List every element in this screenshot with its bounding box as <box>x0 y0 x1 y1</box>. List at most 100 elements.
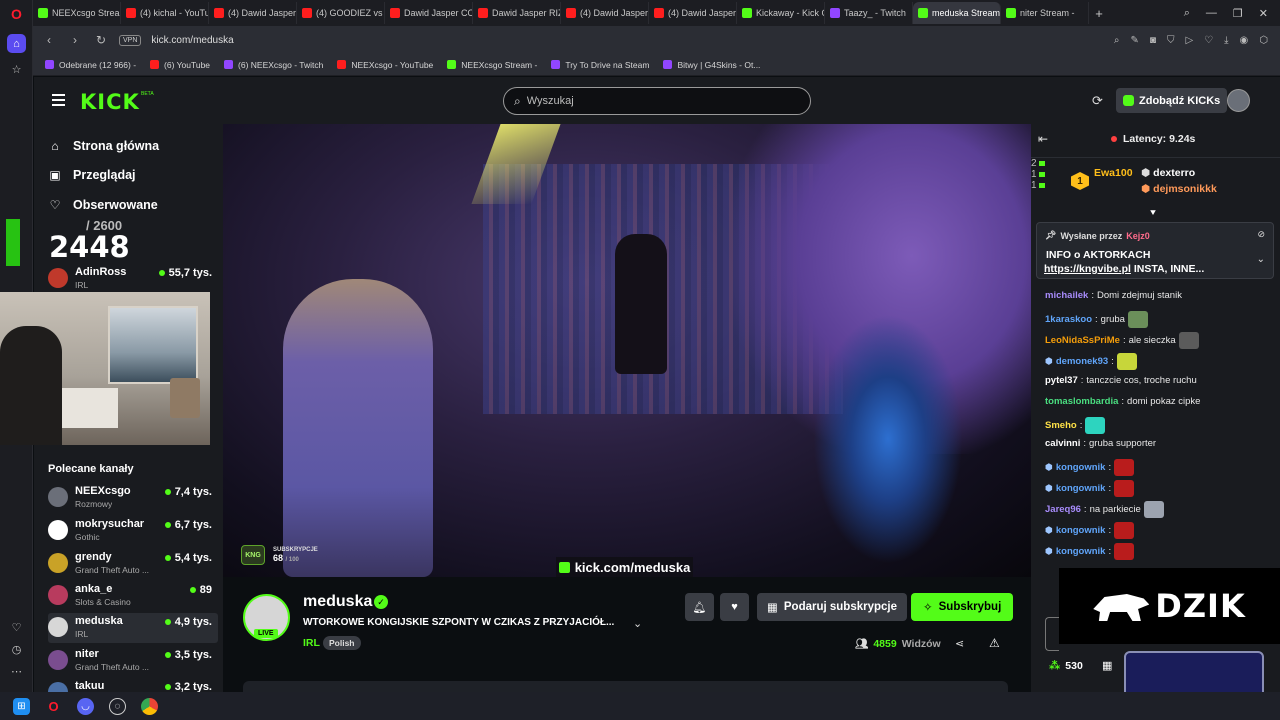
star-icon[interactable]: ☆ <box>7 60 26 79</box>
subscribe-button[interactable]: ✧ Subskrybuj <box>911 593 1014 621</box>
gift-subs-button[interactable]: ▦ Podaruj subskrypcje <box>757 593 907 621</box>
camera-icon[interactable]: ◙ <box>1150 35 1156 46</box>
history-icon[interactable]: ◷ <box>7 640 26 659</box>
report-icon[interactable]: ⚠ <box>989 636 1000 650</box>
share-icon[interactable]: ⋖ <box>955 637 964 650</box>
channel-points[interactable]: ⁂ 530 <box>1049 659 1083 673</box>
edit-icon[interactable]: ✎ <box>1131 35 1139 46</box>
refresh-icon[interactable]: ⟳ <box>1092 93 1103 109</box>
browser-tab[interactable]: Dawid Jasper CO U <box>385 2 473 24</box>
streamer-name[interactable]: meduska <box>303 593 372 611</box>
search-box[interactable]: ⌕ <box>503 87 811 115</box>
home-icon[interactable]: ⌂ <box>7 34 26 53</box>
channel-item[interactable]: anka_e Slots & Casino 89 <box>48 581 218 611</box>
bookmark-item[interactable]: NEEXcsgo - YouTube <box>337 60 433 70</box>
channel-item[interactable]: niter Grand Theft Auto ... 3,5 tys. <box>48 646 218 676</box>
back-icon[interactable]: ‹ <box>41 33 57 47</box>
channel-item[interactable]: meduska IRL 4,9 tys. <box>48 613 218 643</box>
bookmark-item[interactable]: Bitwy | G4Skins - Ot... <box>663 60 760 70</box>
pinned-message[interactable]: 📌︎ Wysłane przez Kejz0 ⊘ INFO o AKTORKAC… <box>1036 222 1274 279</box>
notification-button[interactable]: 🔔︎ <box>685 593 714 621</box>
channel-item[interactable]: AdinRoss IRL 55,7 tys. <box>48 264 218 294</box>
heart-icon[interactable]: ♡ <box>7 618 26 637</box>
pinned-by-user[interactable]: Kejz0 <box>1126 231 1150 241</box>
hide-pinned-icon[interactable]: ⊘ <box>1257 229 1265 240</box>
bookmark-item[interactable]: (6) YouTube <box>150 60 210 70</box>
url-field[interactable]: kick.com/meduska <box>151 35 233 46</box>
browser-tab[interactable]: NEEXcsgo Stream - <box>33 2 121 24</box>
chat-username[interactable]: Jareq96 <box>1045 504 1081 515</box>
dzik-ad[interactable]: DZIK <box>1059 568 1280 644</box>
browser-tab[interactable]: (4) kichal - YouTube <box>121 2 209 24</box>
chat-username[interactable]: demonek93 <box>1056 356 1108 367</box>
menu-icon[interactable] <box>52 94 65 106</box>
minimize-icon[interactable]: — <box>1206 7 1217 20</box>
bookmark-heart-icon[interactable]: ♡ <box>1204 35 1213 46</box>
new-tab-button[interactable]: + <box>1089 2 1109 24</box>
nav-home[interactable]: ⌂ Strona główna <box>49 139 159 153</box>
language-tag[interactable]: Polish <box>323 636 361 650</box>
discord-taskbar-icon[interactable]: ◡ <box>77 697 94 715</box>
stream-category[interactable]: IRL <box>303 637 320 649</box>
chat-username[interactable]: pytel37 <box>1045 375 1078 386</box>
chat-username[interactable]: kongownik <box>1056 525 1106 536</box>
chat-username[interactable]: LeoNidaSsPriMe <box>1045 335 1120 346</box>
collapse-chat-icon[interactable]: ⇤ <box>1038 132 1048 146</box>
chevron-down-icon[interactable]: ⌄ <box>1257 254 1265 265</box>
video-player[interactable]: KNG SUBSKRYPCJE 68 / 100 kick.com/medusk… <box>223 124 1031 577</box>
kick-logo[interactable]: KICK <box>80 90 140 114</box>
windows-start-icon[interactable]: ⊞ <box>13 697 30 715</box>
chat-username[interactable]: tomaslombardia <box>1045 396 1118 407</box>
forward-icon[interactable]: › <box>67 33 83 47</box>
bookmark-item[interactable]: Odebrane (12 966) - <box>45 60 136 70</box>
play-icon[interactable]: ▷ <box>1185 35 1193 46</box>
zoom-icon[interactable]: ⌕ <box>1114 35 1120 46</box>
opera-taskbar-icon[interactable]: O <box>45 698 62 715</box>
channel-item[interactable]: takuu 3,2 tys. <box>48 678 218 692</box>
channel-item[interactable]: grendy Grand Theft Auto ... 5,4 tys. <box>48 549 218 579</box>
browser-tab[interactable]: Kickaway - Kick Give <box>737 2 825 24</box>
opera-logo-icon[interactable]: O <box>7 4 26 23</box>
profile-icon[interactable]: ◉ <box>1240 35 1249 46</box>
browser-tab[interactable]: (4) GOODIEZ vs TIK <box>297 2 385 24</box>
maximize-icon[interactable]: ❐ <box>1233 7 1243 20</box>
nav-following[interactable]: ♡ Obserwowane <box>49 198 158 212</box>
bookmark-item[interactable]: Try To Drive na Steam <box>551 60 649 70</box>
chat-username[interactable]: 1karaskoo <box>1045 314 1092 325</box>
chat-username[interactable]: Smeho <box>1045 420 1077 431</box>
extensions-icon[interactable]: ⬡ <box>1259 35 1268 46</box>
download-icon[interactable]: ⤓ <box>1224 35 1228 46</box>
browser-tab[interactable]: (4) Dawid Jasper PO <box>561 2 649 24</box>
user-avatar[interactable] <box>1227 89 1250 112</box>
chat-username[interactable]: kongownik <box>1056 483 1106 494</box>
chat-input[interactable] <box>1045 617 1059 651</box>
search-input[interactable] <box>526 95 787 107</box>
chat-username[interactable]: kongownik <box>1056 546 1106 557</box>
reload-icon[interactable]: ↻ <box>93 33 109 47</box>
gifter-1[interactable]: Ewa100 <box>1094 167 1133 179</box>
gifter-3[interactable]: ⬢ dejmsonikkk <box>1141 183 1217 195</box>
close-icon[interactable]: ✕ <box>1259 7 1268 20</box>
vpn-badge[interactable]: VPN <box>119 34 142 46</box>
pinned-toggle-icon[interactable]: ⯆ <box>1149 208 1157 219</box>
pinned-link[interactable]: https://kngvibe.pl <box>1044 263 1131 275</box>
gifter-2[interactable]: ⬢ dexterro <box>1141 167 1195 179</box>
get-kicks-button[interactable]: Zdobądź KICKs <box>1116 88 1228 113</box>
channel-item[interactable]: NEEXcsgo Rozmowy 7,4 tys. <box>48 483 218 513</box>
browser-tab[interactable]: Taazy_ - Twitch <box>825 2 913 24</box>
browser-tab[interactable]: (4) Dawid Jasper SK <box>209 2 297 24</box>
follow-button[interactable]: ♥ <box>720 593 749 621</box>
browser-tab[interactable]: niter Stream - <box>1001 2 1089 24</box>
search-tabs-icon[interactable]: ⌕ <box>1184 7 1190 20</box>
chat-username[interactable]: michailek <box>1045 290 1088 301</box>
chevron-down-icon[interactable]: ⌄ <box>633 617 642 630</box>
chat-gift-icon[interactable]: ▦ <box>1102 659 1112 672</box>
browser-tab[interactable]: meduska Stream - Wa✕ <box>913 2 1001 24</box>
chat-username[interactable]: calvinni <box>1045 438 1080 449</box>
browser-tab[interactable]: (4) Dawid Jasper OI <box>649 2 737 24</box>
nav-browse[interactable]: ▣ Przeglądaj <box>49 168 135 182</box>
bookmark-item[interactable]: NEEXcsgo Stream - <box>447 60 537 70</box>
channel-item[interactable]: mokrysuchar Gothic 6,7 tys. <box>48 516 218 546</box>
browser-tab[interactable]: Dawid Jasper RIZZL <box>473 2 561 24</box>
shield-icon[interactable]: ⛉ <box>1167 35 1175 46</box>
